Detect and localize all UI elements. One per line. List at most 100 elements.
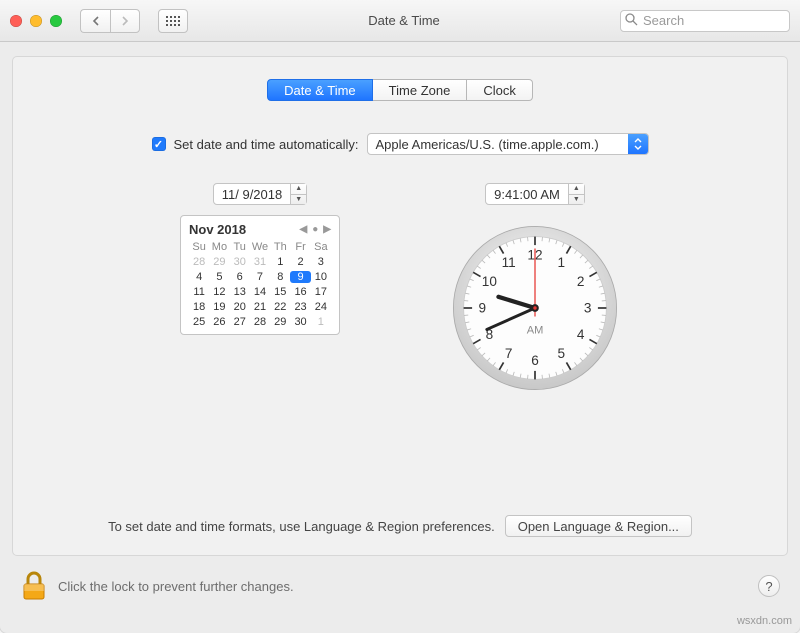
calendar-day[interactable]: 28 [250, 316, 270, 328]
calendar-day[interactable]: 3 [311, 256, 331, 268]
nav-back-forward [80, 9, 140, 33]
calendar-day[interactable]: 5 [209, 271, 229, 283]
calendar: Nov 2018 ◀ ● ▶ SuMoTuWeThFrSa28293031123… [180, 215, 340, 335]
search-icon [625, 13, 638, 29]
calendar-day-dim[interactable]: 30 [230, 256, 250, 268]
cal-today-icon[interactable]: ● [312, 224, 318, 235]
date-column: 11/ 9/2018 ▲▼ Nov 2018 ◀ ● ▶ SuMoTuW [180, 183, 340, 393]
zoom-icon[interactable] [50, 15, 62, 27]
calendar-day-dim[interactable]: 29 [209, 256, 229, 268]
time-server-value: Apple Americas/U.S. (time.apple.com.) [368, 137, 628, 152]
preferences-window: Date & Time Date & Time Time Zone Clock … [0, 0, 800, 633]
calendar-day-dim[interactable]: 31 [250, 256, 270, 268]
calendar-day[interactable]: 1 [270, 256, 290, 268]
chevron-up-down-icon [628, 134, 648, 154]
calendar-month: Nov 2018 [189, 222, 246, 237]
content-area: Date & Time Time Zone Clock ✓ Set date a… [0, 42, 800, 633]
calendar-day[interactable]: 17 [311, 286, 331, 298]
calendar-day[interactable]: 12 [209, 286, 229, 298]
calendar-day[interactable]: 30 [290, 316, 310, 328]
tab-clock[interactable]: Clock [467, 79, 533, 101]
calendar-day[interactable]: 6 [230, 271, 250, 283]
show-all-button[interactable] [158, 9, 188, 33]
calendar-day[interactable]: 27 [230, 316, 250, 328]
calendar-day[interactable]: 20 [230, 301, 250, 313]
calendar-day[interactable]: 11 [189, 286, 209, 298]
svg-text:6: 6 [531, 353, 539, 368]
lock-bar: Click the lock to prevent further change… [12, 556, 788, 602]
calendar-day[interactable]: 2 [290, 256, 310, 268]
auto-label: Set date and time automatically: [174, 137, 359, 152]
calendar-day[interactable]: 19 [209, 301, 229, 313]
search-wrap [620, 10, 790, 32]
calendar-day[interactable]: 29 [270, 316, 290, 328]
watermark: wsxdn.com [737, 615, 792, 627]
calendar-day[interactable]: 18 [189, 301, 209, 313]
window-controls [10, 15, 62, 27]
calendar-dow: Mo [209, 241, 229, 253]
calendar-day[interactable]: 22 [270, 301, 290, 313]
time-stepper[interactable]: ▲▼ [568, 184, 584, 204]
calendar-grid: SuMoTuWeThFrSa28293031123456789101112131… [189, 241, 331, 328]
search-input[interactable] [620, 10, 790, 32]
lock-icon[interactable] [20, 570, 48, 602]
analog-clock: 121234567891011 AM [450, 223, 620, 393]
svg-text:3: 3 [584, 300, 592, 315]
footer-row: To set date and time formats, use Langua… [13, 515, 787, 537]
footer-text: To set date and time formats, use Langua… [108, 519, 495, 534]
svg-text:9: 9 [479, 300, 487, 315]
calendar-day[interactable]: 24 [311, 301, 331, 313]
preferences-panel: Date & Time Time Zone Clock ✓ Set date a… [12, 56, 788, 556]
tab-date-time[interactable]: Date & Time [267, 79, 373, 101]
calendar-nav: ◀ ● ▶ [300, 224, 331, 235]
calendar-day[interactable]: 26 [209, 316, 229, 328]
svg-text:11: 11 [502, 255, 516, 270]
svg-text:2: 2 [577, 274, 585, 289]
svg-text:5: 5 [558, 346, 566, 361]
date-stepper[interactable]: ▲▼ [290, 184, 306, 204]
calendar-day[interactable]: 14 [250, 286, 270, 298]
open-language-region-button[interactable]: Open Language & Region... [505, 515, 692, 537]
calendar-day[interactable]: 4 [189, 271, 209, 283]
minimize-icon[interactable] [30, 15, 42, 27]
cal-next-icon[interactable]: ▶ [323, 224, 331, 235]
tab-time-zone[interactable]: Time Zone [373, 79, 468, 101]
cal-prev-icon[interactable]: ◀ [300, 224, 308, 235]
svg-text:4: 4 [577, 327, 585, 342]
lock-text: Click the lock to prevent further change… [58, 579, 294, 594]
back-button[interactable] [80, 9, 110, 33]
calendar-day-dim[interactable]: 28 [189, 256, 209, 268]
svg-text:1: 1 [558, 255, 566, 270]
calendar-dow: Sa [311, 241, 331, 253]
calendar-day[interactable]: 16 [290, 286, 310, 298]
svg-text:10: 10 [482, 274, 498, 289]
titlebar: Date & Time [0, 0, 800, 42]
date-field[interactable]: 11/ 9/2018 ▲▼ [213, 183, 307, 205]
calendar-day[interactable]: 10 [311, 271, 331, 283]
auto-row: ✓ Set date and time automatically: Apple… [13, 133, 787, 155]
svg-text:AM: AM [527, 325, 544, 337]
calendar-day[interactable]: 9 [290, 271, 310, 283]
forward-button[interactable] [110, 9, 140, 33]
calendar-dow: Fr [290, 241, 310, 253]
calendar-day[interactable]: 21 [250, 301, 270, 313]
time-field[interactable]: 9:41:00 AM ▲▼ [485, 183, 585, 205]
calendar-day[interactable]: 15 [270, 286, 290, 298]
close-icon[interactable] [10, 15, 22, 27]
clock-face-icon: 121234567891011 AM [450, 223, 620, 393]
calendar-day[interactable]: 8 [270, 271, 290, 283]
tabs: Date & Time Time Zone Clock [13, 79, 787, 101]
svg-text:7: 7 [505, 346, 513, 361]
calendar-header: Nov 2018 ◀ ● ▶ [189, 222, 331, 237]
calendar-day[interactable]: 23 [290, 301, 310, 313]
calendar-dow: Su [189, 241, 209, 253]
time-value: 9:41:00 AM [486, 187, 568, 202]
calendar-day[interactable]: 13 [230, 286, 250, 298]
time-server-select[interactable]: Apple Americas/U.S. (time.apple.com.) [367, 133, 649, 155]
help-button[interactable]: ? [758, 575, 780, 597]
calendar-day-dim[interactable]: 1 [311, 316, 331, 328]
time-column: 9:41:00 AM ▲▼ [450, 183, 620, 393]
calendar-day[interactable]: 7 [250, 271, 270, 283]
calendar-day[interactable]: 25 [189, 316, 209, 328]
auto-checkbox[interactable]: ✓ [152, 137, 166, 151]
